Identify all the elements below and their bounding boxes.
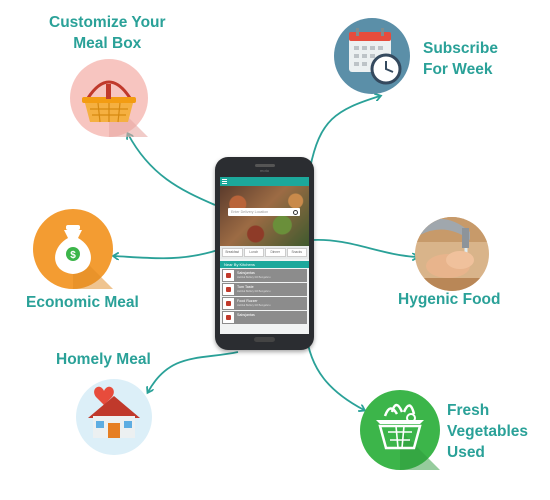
arrow-to-hygenic	[311, 239, 417, 257]
arrow-to-economic	[114, 249, 219, 258]
app-bar	[220, 177, 309, 186]
kitchen-list-item[interactable]: Tum Taste Hebbal Bellary Rd Bengaluru	[222, 283, 307, 296]
search-placeholder: Enter Delivery Location	[231, 210, 269, 214]
location-search-input[interactable]: Enter Delivery Location	[228, 208, 300, 216]
tab-lunch[interactable]: Lunch	[243, 248, 264, 257]
kitchen-address: Hebbal Bellary Rd Bengaluru	[237, 276, 271, 279]
arrow-to-fresh	[305, 331, 364, 410]
arrow-to-customize	[128, 134, 216, 206]
nearby-kitchens-header: Near By Kitchens	[220, 261, 309, 268]
kitchen-address: Hebbal Bellary Rd Bengaluru	[237, 304, 271, 307]
kitchen-logo	[223, 312, 234, 323]
kitchen-logo	[223, 284, 234, 295]
kitchen-name: Food Ruzzer	[237, 299, 258, 303]
arrow-to-homely	[148, 351, 239, 392]
search-icon[interactable]	[293, 210, 298, 215]
economic-label: Economic Meal	[26, 294, 139, 311]
hero-food-image: Enter Delivery Location	[220, 186, 309, 246]
app-screen: Enter Delivery Location Breakfast Lunch …	[220, 177, 309, 334]
meal-tabs: Breakfast Lunch Dinner Snacks	[220, 246, 309, 259]
kitchen-logo	[223, 270, 234, 281]
tab-dinner[interactable]: Dinner	[265, 248, 286, 257]
kitchen-name: Sabsjantas	[237, 313, 255, 317]
subscribe-label: Subscribe For Week	[423, 40, 498, 78]
kitchen-list-item[interactable]: Sabsjantas	[222, 311, 307, 324]
phone-brand: moto	[260, 168, 269, 173]
tab-breakfast[interactable]: Breakfast	[222, 248, 243, 257]
customize-label: Customize Your Meal Box	[49, 14, 166, 52]
hygenic-label: Hygenic Food	[398, 291, 501, 308]
kitchen-list-item[interactable]: Food Ruzzer Hebbal Bellary Rd Bengaluru	[222, 297, 307, 310]
kitchen-name: Tum Taste	[237, 285, 254, 289]
kitchen-list-item[interactable]: Sabsjantas Hebbal Bellary Rd Bengaluru	[222, 269, 307, 282]
phone-mockup: moto Enter Delivery Location Breakfast L…	[215, 157, 314, 350]
fresh-label: Fresh Vegetables Used	[447, 402, 528, 461]
tab-snacks[interactable]: Snacks	[286, 248, 307, 257]
kitchen-address: Hebbal Bellary Rd Bengaluru	[237, 290, 271, 293]
menu-icon[interactable]	[222, 179, 227, 184]
homely-label: Homely Meal	[56, 351, 151, 368]
arrow-to-subscribe	[309, 96, 380, 169]
kitchen-name: Sabsjantas	[237, 271, 255, 275]
kitchen-logo	[223, 298, 234, 309]
phone-home-button	[254, 337, 275, 342]
phone-speaker	[255, 164, 275, 167]
